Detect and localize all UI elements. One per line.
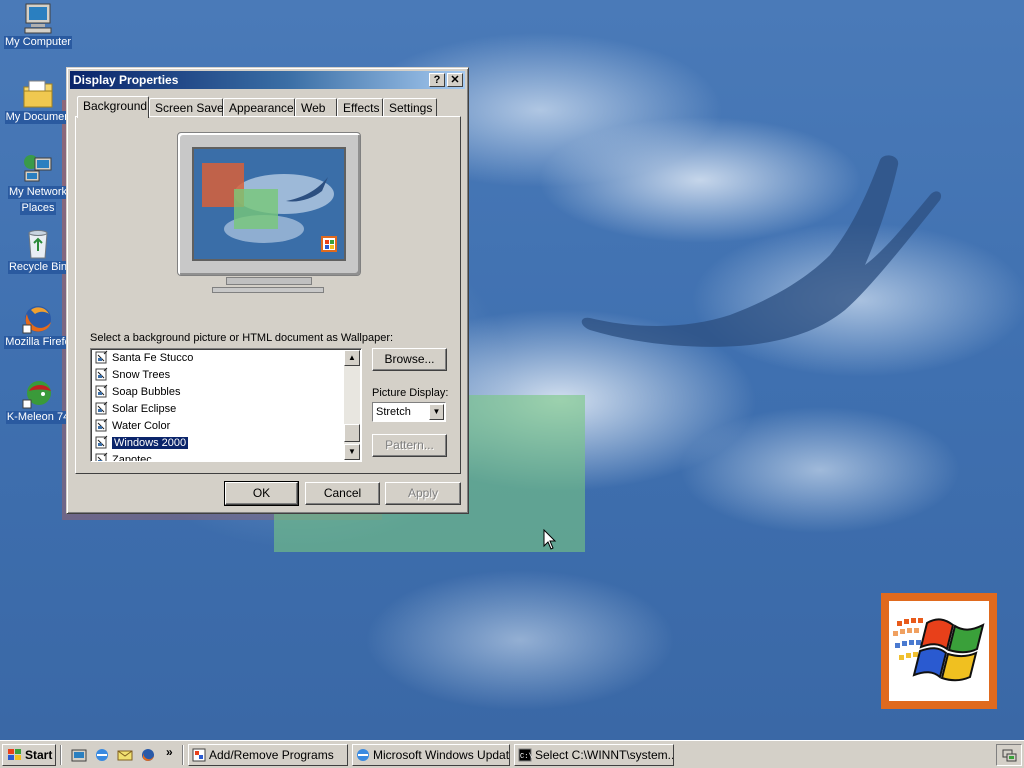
windows-2000-logo <box>881 593 997 709</box>
pattern-button[interactable]: Pattern... <box>372 434 447 457</box>
scroll-down-arrow-icon[interactable]: ▼ <box>344 444 360 460</box>
task-windows-update[interactable]: Microsoft Windows Updat... <box>352 744 510 766</box>
list-item[interactable]: Santa Fe Stucco <box>95 350 193 366</box>
task-add-remove-programs[interactable]: Add/Remove Programs <box>188 744 348 766</box>
image-file-icon <box>95 350 108 364</box>
show-desktop-icon[interactable] <box>71 747 87 763</box>
desktop-icon-label-line2: Places <box>20 202 56 215</box>
desktop-icon-k-meleon[interactable]: K-Meleon 74 <box>0 377 76 427</box>
picture-display-select[interactable]: Stretch ▼ <box>372 402 446 422</box>
desktop-icon-label: K-Meleon 74 <box>5 411 71 424</box>
network-places-icon <box>24 155 52 182</box>
k-meleon-icon <box>22 381 51 409</box>
cancel-button[interactable]: Cancel <box>305 482 380 505</box>
close-button[interactable]: ✕ <box>447 73 463 87</box>
list-item-label: Soap Bubbles <box>112 386 181 398</box>
wallpaper-prompt: Select a background picture or HTML docu… <box>90 332 394 344</box>
list-item-label: Solar Eclipse <box>112 403 177 415</box>
ok-button[interactable]: OK <box>224 481 299 506</box>
image-file-icon <box>95 418 108 432</box>
list-item-label: Santa Fe Stucco <box>112 352 194 364</box>
list-item-label: Water Color <box>112 420 171 432</box>
desktop-icon-my-computer[interactable]: My Computer <box>0 2 76 52</box>
help-button[interactable]: ? <box>429 73 445 87</box>
taskbar-separator <box>182 745 184 765</box>
chevron-down-icon[interactable]: ▼ <box>429 404 444 420</box>
network-connection-icon[interactable] <box>1001 747 1017 763</box>
list-item-label: Windows 2000 <box>112 437 189 449</box>
tab-web[interactable]: Web <box>295 98 337 117</box>
my-documents-icon <box>23 80 53 108</box>
internet-explorer-icon[interactable] <box>94 747 110 763</box>
desktop-icon-recycle-bin[interactable]: Recycle Bin <box>0 227 76 277</box>
my-computer-icon <box>24 3 52 34</box>
desktop-icon-label: My Documen <box>4 111 72 124</box>
start-label: Start <box>25 748 53 762</box>
outlook-express-icon[interactable] <box>117 747 133 763</box>
tab-background[interactable]: Background <box>77 96 149 118</box>
list-item-selected[interactable]: Windows 2000 <box>95 435 189 451</box>
dialog-titlebar[interactable]: Display Properties ? ✕ <box>70 71 465 89</box>
wallpaper-diver-silhouette <box>581 155 942 347</box>
task-label: Select C:\WINNT\system... <box>535 748 674 762</box>
add-remove-programs-icon <box>192 748 206 762</box>
monitor-neck <box>226 277 312 285</box>
windows-flag-logo-icon <box>893 618 985 682</box>
tab-screen-saver[interactable]: Screen Saver <box>149 98 228 117</box>
list-item[interactable]: Water Color <box>95 418 170 434</box>
apply-button[interactable]: Apply <box>385 482 461 505</box>
desktop-icon-label: My Computer <box>3 36 73 49</box>
list-item[interactable]: Zapotec <box>95 452 152 462</box>
wallpaper-list[interactable]: Santa Fe Stucco Snow Trees Soap Bubbles … <box>90 348 362 462</box>
desktop-icon-label: My Network <box>7 186 69 199</box>
list-scrollbar[interactable]: ▲ ▼ <box>344 350 360 460</box>
desktop-icon-label: Mozilla Firefo <box>4 336 72 349</box>
picture-display-value: Stretch <box>376 406 411 418</box>
dialog-title: Display Properties <box>73 73 179 87</box>
command-prompt-icon: C:\ <box>518 748 532 762</box>
task-command-prompt[interactable]: C:\ Select C:\WINNT\system... <box>514 744 674 766</box>
list-item[interactable]: Snow Trees <box>95 367 170 383</box>
taskbar: Start » Add/Remove Programs Microsoft Wi… <box>0 740 1024 768</box>
display-properties-dialog: Display Properties ? ✕ Background Screen… <box>66 67 469 514</box>
image-file-icon <box>95 435 108 449</box>
mouse-cursor-icon <box>543 529 557 550</box>
svg-text:C:\: C:\ <box>520 753 532 761</box>
firefox-icon[interactable] <box>140 747 156 763</box>
list-item-label: Zapotec <box>112 454 152 462</box>
image-file-icon <box>95 452 108 461</box>
task-label: Add/Remove Programs <box>209 748 334 762</box>
image-file-icon <box>95 401 108 415</box>
desktop-icon-label: Recycle Bin <box>7 261 69 274</box>
windows-flag-icon <box>8 749 21 760</box>
taskbar-separator <box>60 745 62 765</box>
list-item[interactable]: Solar Eclipse <box>95 401 176 417</box>
tab-effects[interactable]: Effects <box>337 98 383 117</box>
system-tray <box>996 744 1022 766</box>
picture-display-label: Picture Display: <box>372 387 449 399</box>
desktop-icon-network-places[interactable]: My Network Places <box>0 152 76 218</box>
list-item-label: Snow Trees <box>112 369 171 381</box>
firefox-icon <box>22 306 51 334</box>
browse-button[interactable]: Browse... <box>372 348 447 371</box>
ie-window-icon <box>357 749 369 761</box>
quick-launch-more-icon[interactable]: » <box>166 745 173 759</box>
background-tab-page: Select a background picture or HTML docu… <box>75 116 461 474</box>
recycle-bin-icon <box>28 230 48 259</box>
desktop-icon-my-documents[interactable]: My Documen <box>0 77 76 127</box>
image-file-icon <box>95 384 108 398</box>
tab-appearance[interactable]: Appearance <box>223 98 295 117</box>
wallpaper-preview <box>192 147 346 261</box>
list-item[interactable]: Soap Bubbles <box>95 384 181 400</box>
wallpaper-preview-image <box>194 149 344 259</box>
tab-settings[interactable]: Settings <box>383 98 437 117</box>
scroll-up-arrow-icon[interactable]: ▲ <box>344 350 360 366</box>
monitor-base <box>212 287 324 293</box>
monitor-preview <box>177 132 361 276</box>
start-button[interactable]: Start <box>2 744 56 766</box>
desktop-icon-firefox[interactable]: Mozilla Firefo <box>0 302 76 352</box>
scroll-thumb[interactable] <box>344 424 360 442</box>
image-file-icon <box>95 367 108 381</box>
task-label: Microsoft Windows Updat... <box>373 748 510 762</box>
